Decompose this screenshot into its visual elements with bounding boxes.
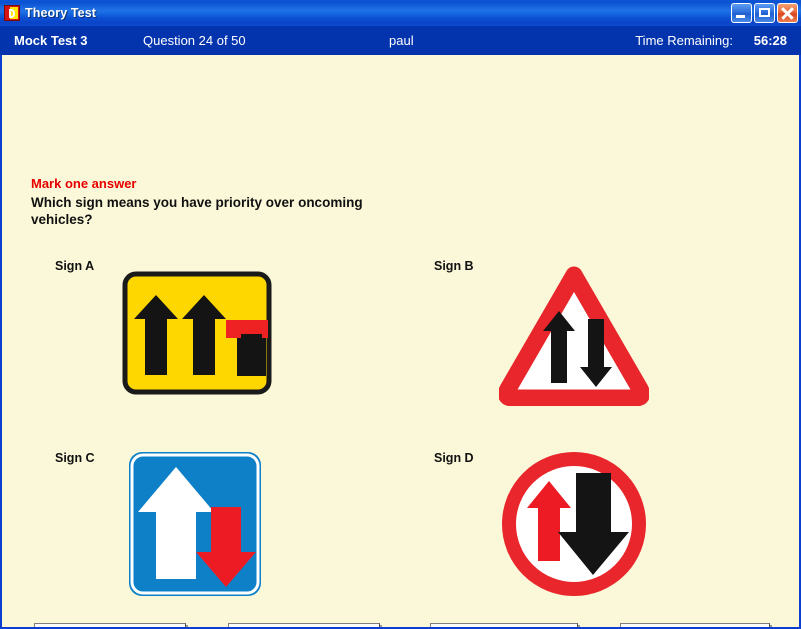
- maximize-button[interactable]: [754, 3, 775, 23]
- time-remaining-value: 56:28: [754, 26, 787, 55]
- minimize-button[interactable]: [731, 3, 752, 23]
- navigation-bar: Previous Flag Review: [2, 570, 799, 627]
- close-button[interactable]: [777, 3, 798, 23]
- window-title: Theory Test: [25, 6, 96, 20]
- status-bar: Mock Test 3 Question 24 of 50 paul Time …: [0, 26, 801, 55]
- question-text: Which sign means you have priority over …: [31, 194, 411, 228]
- next-button[interactable]: Next: [620, 623, 770, 627]
- mark-one-answer-instruction: Mark one answer: [31, 176, 137, 191]
- answer-option-b[interactable]: [499, 261, 649, 406]
- flag-button[interactable]: Flag: [228, 623, 380, 627]
- previous-button[interactable]: Previous: [34, 623, 186, 627]
- theory-test-window: Theory Test Mock Test 3 Question 24 of 5…: [0, 0, 801, 629]
- review-button[interactable]: Review: [430, 623, 578, 627]
- time-remaining-label: Time Remaining:: [635, 26, 733, 55]
- question-counter: Question 24 of 50: [143, 26, 246, 55]
- title-bar: Theory Test: [0, 0, 801, 26]
- answer-option-a[interactable]: [122, 271, 272, 395]
- window-controls: [731, 3, 798, 23]
- lane-closure-sign: [122, 271, 272, 395]
- test-name: Mock Test 3: [14, 26, 87, 55]
- user-name: paul: [389, 26, 414, 55]
- question-content-area: Mark one answer Which sign means you hav…: [2, 55, 799, 627]
- two-way-traffic-warning-sign: [499, 261, 649, 406]
- l-plate-icon: [4, 5, 20, 21]
- sign-c-label: Sign C: [55, 451, 95, 465]
- sign-b-label: Sign B: [434, 259, 474, 273]
- sign-d-label: Sign D: [434, 451, 474, 465]
- sign-a-label: Sign A: [55, 259, 94, 273]
